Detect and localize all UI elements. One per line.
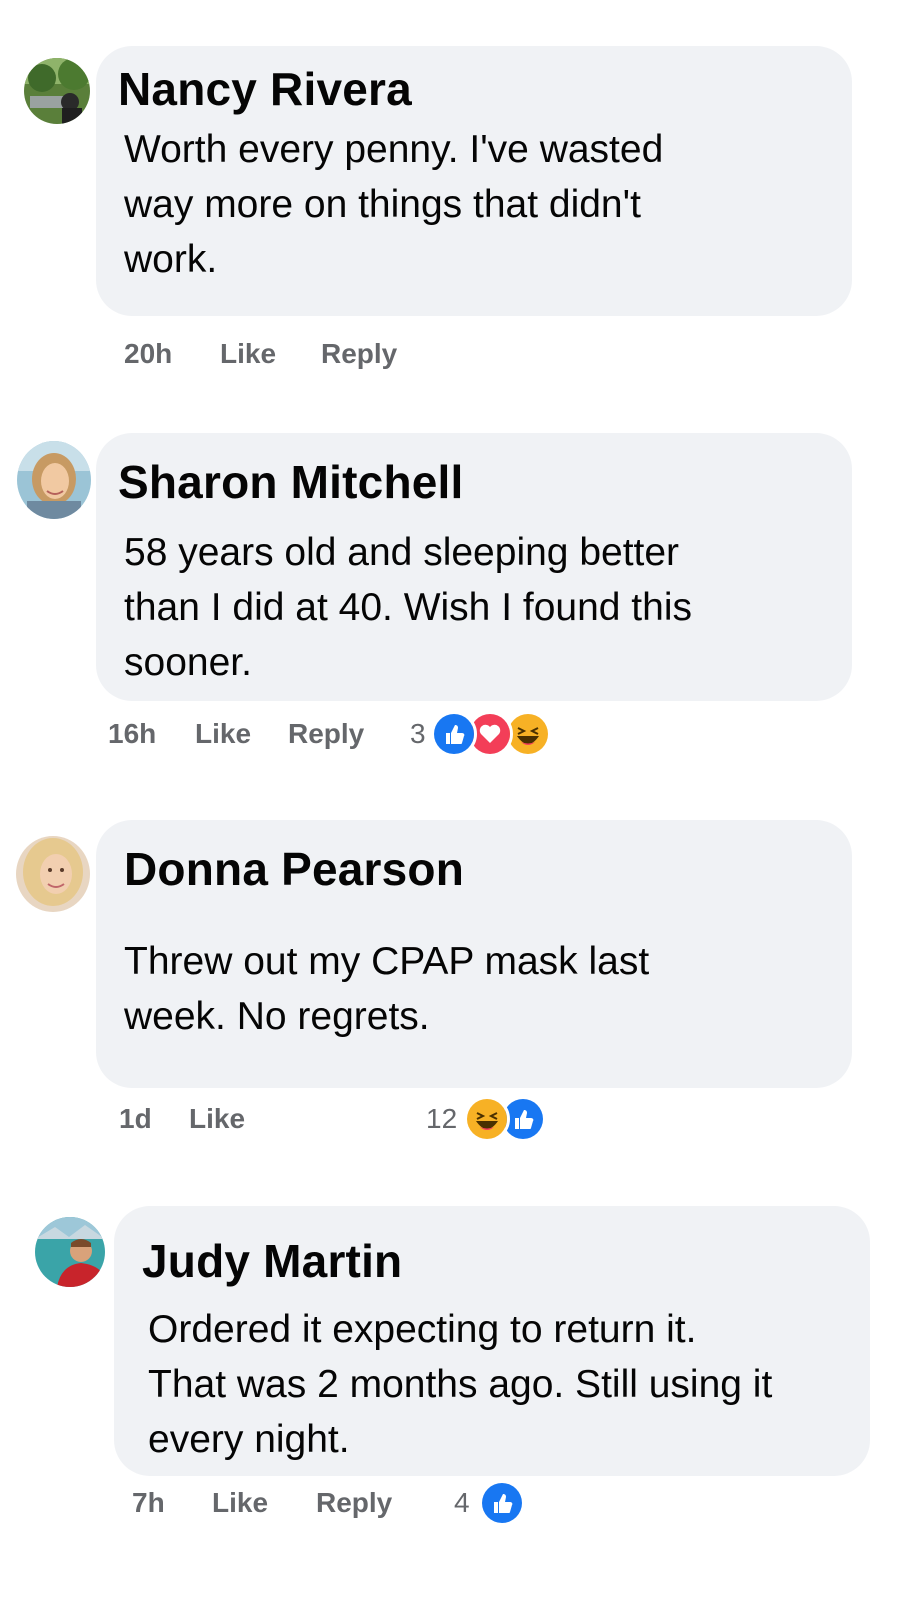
haha-icon[interactable] <box>464 1096 510 1142</box>
commenter-name[interactable]: Judy Martin <box>142 1234 402 1288</box>
comment-text-line: That was 2 months ago. Still using it <box>148 1363 773 1406</box>
reply-button[interactable]: Reply <box>316 1487 392 1519</box>
like-icon[interactable] <box>431 711 477 757</box>
timestamp[interactable]: 7h <box>132 1487 165 1519</box>
reaction-count[interactable]: 4 <box>454 1487 470 1519</box>
like-button[interactable]: Like <box>212 1487 268 1519</box>
comment-text-line: every night. <box>148 1418 350 1461</box>
comment: Judy Martin Ordered it expecting to retu… <box>0 0 900 1600</box>
like-icon[interactable] <box>479 1480 525 1526</box>
comment-text-line: Ordered it expecting to return it. <box>148 1308 697 1351</box>
avatar[interactable] <box>35 1217 105 1287</box>
comment-text: Ordered it expecting to return it. That … <box>148 1302 772 1467</box>
